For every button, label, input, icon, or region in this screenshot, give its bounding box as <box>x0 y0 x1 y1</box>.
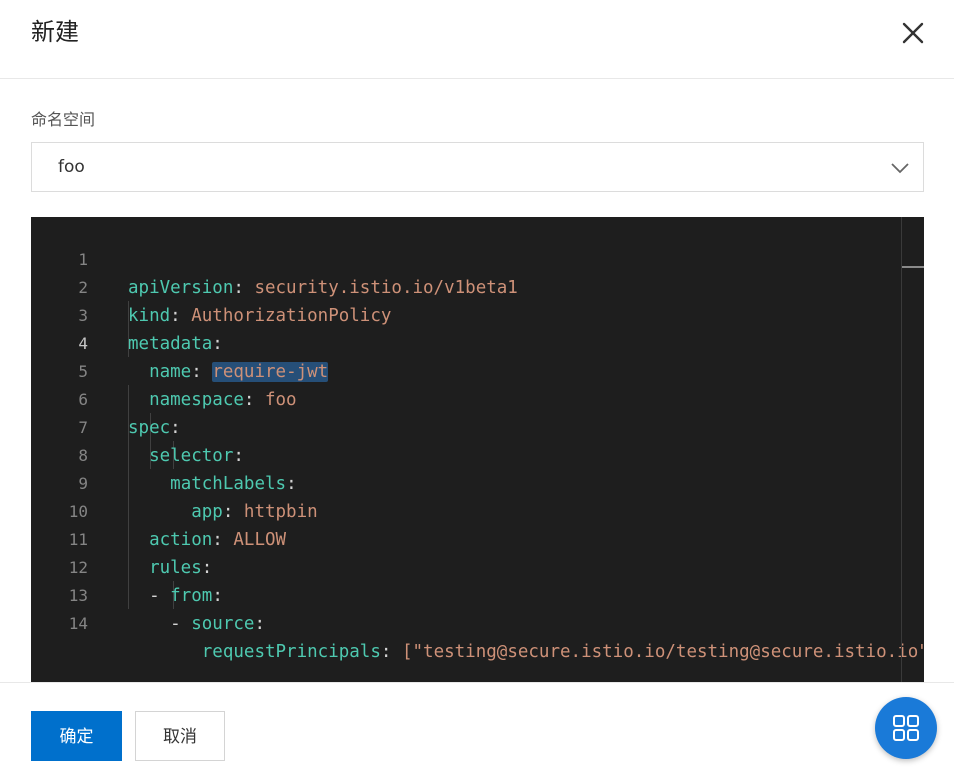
code-line: 8 matchLabels: <box>31 414 924 494</box>
namespace-select[interactable]: foo <box>31 142 924 192</box>
grid-icon <box>875 715 937 763</box>
chevron-down-icon <box>889 157 911 179</box>
code-line: 11 rules: <box>31 498 924 578</box>
code-line: 14 requestPrincipals: ["testing@secure.i… <box>31 582 924 662</box>
code-line: 9 app: httpbin <box>31 442 924 522</box>
code-line-active: 4 name: require-jwt <box>31 302 924 382</box>
yaml-key: requestPrincipals <box>201 642 381 662</box>
code-line: 13 - source: <box>31 554 924 634</box>
code-line: 2 kind: AuthorizationPolicy <box>31 246 924 326</box>
code-line: 12 - from: <box>31 526 924 606</box>
close-icon[interactable] <box>896 16 930 50</box>
yaml-code-editor[interactable]: 1 apiVersion: security.istio.io/v1beta1 … <box>31 217 924 682</box>
floating-action-button[interactable] <box>875 697 937 759</box>
yaml-key: source <box>191 614 255 634</box>
editor-scrollbar[interactable] <box>901 217 902 682</box>
namespace-select-value: foo <box>58 157 85 177</box>
yaml-value: ["testing@secure.istio.io/testing@secure… <box>401 642 924 662</box>
code-line: 6 spec: <box>31 358 924 438</box>
code-line: 1 apiVersion: security.istio.io/v1beta1 <box>31 218 924 298</box>
scrollbar-marker <box>902 266 924 268</box>
namespace-label: 命名空间 <box>31 110 96 129</box>
confirm-button[interactable]: 确定 <box>31 711 122 761</box>
cancel-button[interactable]: 取消 <box>135 711 225 761</box>
code-line: 7 selector: <box>31 386 924 466</box>
line-number: 14 <box>68 614 88 633</box>
code-line: 5 namespace: foo <box>31 330 924 410</box>
dialog-header: 新建 <box>0 0 954 79</box>
code-line: 10 action: ALLOW <box>31 470 924 550</box>
code-line: 3 metadata: <box>31 274 924 354</box>
dialog-footer: 确定 取消 <box>0 682 954 777</box>
dialog-title: 新建 <box>31 18 79 46</box>
